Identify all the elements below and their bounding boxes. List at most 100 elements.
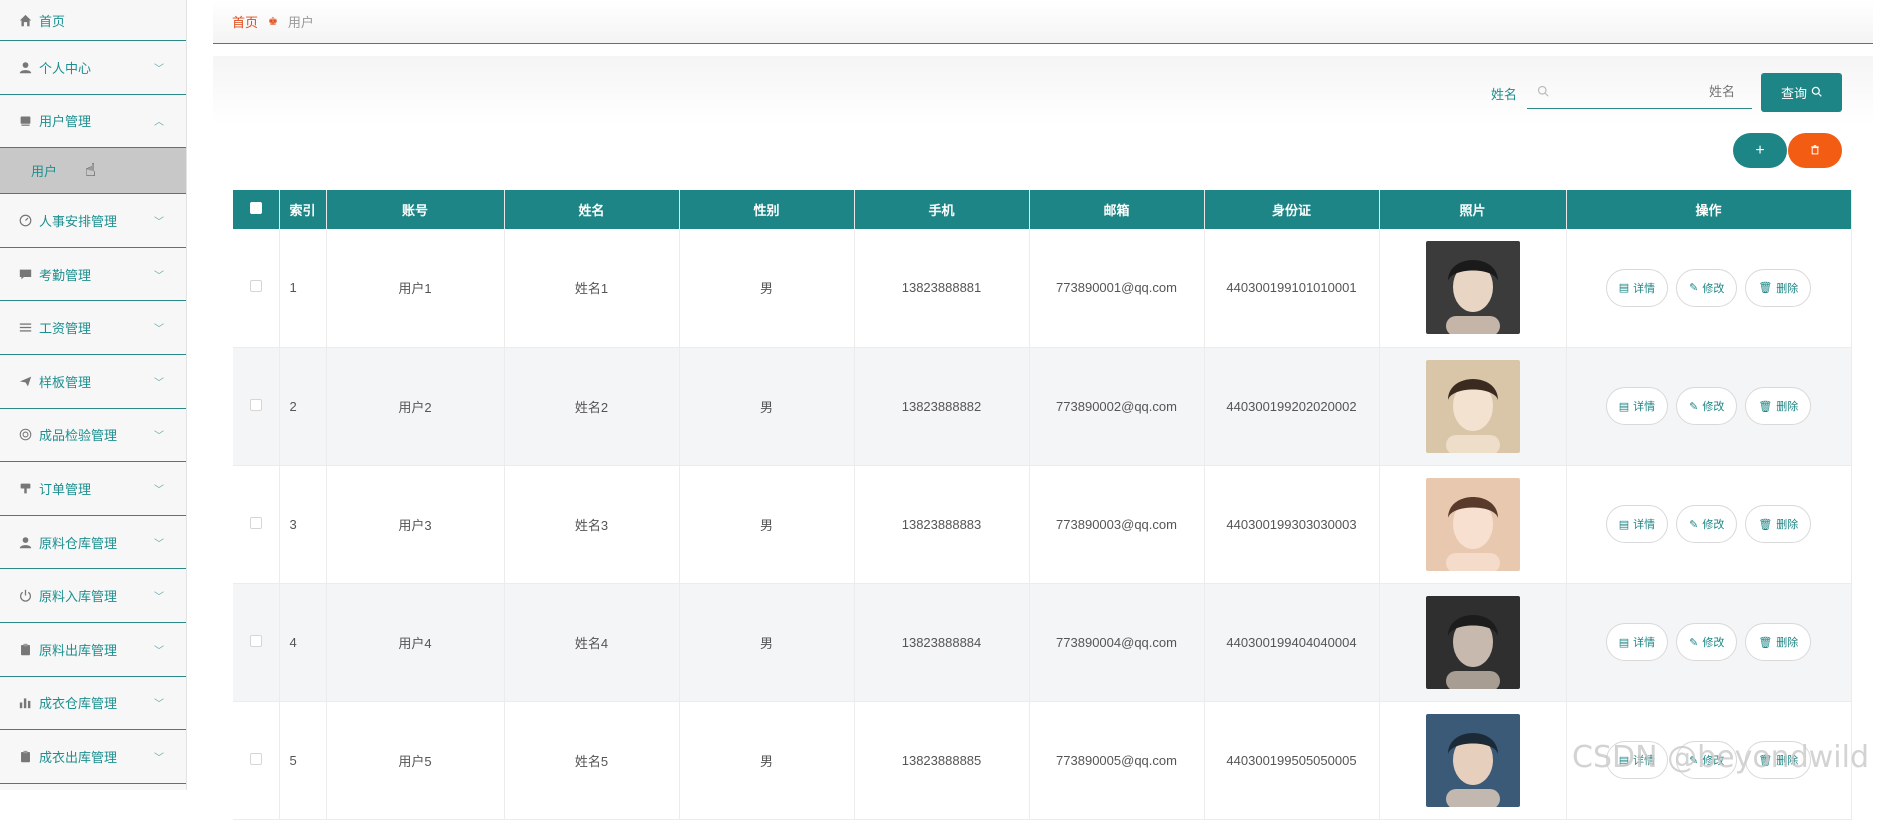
hand-cursor-icon: ☝	[85, 160, 96, 181]
col-header: 操作	[1566, 190, 1852, 229]
sidebar-item-home[interactable]: 首页	[0, 0, 186, 41]
search-field[interactable]	[1527, 74, 1752, 109]
trash-icon: 🗑	[1758, 282, 1773, 295]
edit-button[interactable]: ✎ 修改	[1676, 505, 1738, 543]
edit-button[interactable]: ✎ 修改	[1676, 623, 1738, 661]
cell-id-card: 440300199505050005	[1204, 701, 1380, 820]
detail-button[interactable]: ▤ 详情	[1605, 387, 1669, 425]
detail-button[interactable]: ▤ 详情	[1605, 505, 1669, 543]
send-icon	[18, 374, 32, 388]
search-input[interactable]	[1555, 80, 1735, 102]
sidebar-subitem-users[interactable]: 用户 ☝	[0, 148, 186, 195]
list-icon	[18, 321, 32, 335]
sidebar-item-salary[interactable]: 工资管理 ﹀	[0, 301, 186, 355]
cell-account: 用户2	[326, 347, 505, 466]
col-header: 索引	[279, 190, 327, 229]
breadcrumb: 首页 ♚ 用户	[213, 0, 1873, 44]
col-header: 身份证	[1204, 190, 1380, 229]
breadcrumb-home[interactable]: 首页	[232, 12, 258, 31]
cell-name: 姓名2	[504, 347, 680, 466]
trash-icon: 🗑	[1758, 400, 1773, 413]
pencil-icon: ✎	[1689, 636, 1699, 649]
delete-button[interactable]: 🗑 删除	[1745, 387, 1812, 425]
cell-phone: 13823888884	[854, 583, 1030, 702]
cell-index: 3	[279, 465, 327, 584]
sidebar-item-garment-warehouse[interactable]: 成衣仓库管理 ﹀	[0, 677, 186, 731]
edit-button[interactable]: ✎ 修改	[1676, 268, 1738, 307]
trash-icon: 🗑	[1758, 636, 1773, 649]
row-checkbox[interactable]	[233, 583, 280, 702]
folder-icon	[18, 114, 32, 128]
user-photo	[1425, 359, 1520, 453]
sidebar-item-raw-warehouse[interactable]: 原料仓库管理 ﹀	[0, 516, 186, 570]
cell-actions: ▤ 详情 ✎ 修改 🗑 删除	[1566, 583, 1852, 702]
cell-account: 用户4	[326, 583, 505, 702]
detail-button[interactable]: ▤ 详情	[1605, 623, 1669, 661]
chevron-down-icon: ﹀	[154, 592, 164, 604]
table-row: 2 用户2 姓名2 男 13823888882 773890002@qq.com…	[233, 347, 1852, 466]
sidebar-item-inspection[interactable]: 成品检验管理 ﹀	[0, 409, 186, 463]
row-checkbox[interactable]	[233, 465, 280, 584]
document-icon: ▤	[1618, 400, 1630, 413]
cell-name: 姓名5	[504, 701, 680, 820]
cell-index: 1	[279, 229, 327, 348]
cell-index: 4	[279, 583, 327, 702]
sidebar-item-raw-inbound[interactable]: 原料入库管理 ﹀	[0, 569, 186, 623]
chevron-down-icon: ﹀	[154, 752, 164, 764]
power-icon	[18, 589, 32, 603]
pencil-icon: ✎	[1689, 282, 1699, 295]
chevron-down-icon: ﹀	[154, 216, 164, 228]
user-photo	[1425, 595, 1520, 689]
batch-delete-button[interactable]	[1788, 133, 1842, 168]
cell-id-card: 440300199202020002	[1204, 347, 1380, 466]
cell-actions: ▤ 详情 ✎ 修改 🗑 删除	[1566, 229, 1852, 348]
sidebar-item-garment-outbound[interactable]: 成衣出库管理 ﹀	[0, 730, 186, 784]
cell-email: 773890005@qq.com	[1029, 701, 1205, 820]
home-icon	[18, 13, 32, 27]
table-header-row: 索引 账号 姓名 性别 手机 邮箱 身份证 照片 操作	[233, 190, 1852, 229]
detail-button[interactable]: ▤ 详情	[1605, 268, 1669, 307]
cell-id-card: 440300199101010001	[1204, 229, 1380, 348]
cell-gender: 男	[679, 465, 855, 584]
sidebar-item-profile[interactable]: 个人中心 ﹀	[0, 41, 186, 95]
query-button[interactable]: 查询	[1761, 73, 1842, 112]
user-photo	[1425, 713, 1520, 807]
chevron-up-icon: ︿	[154, 117, 164, 129]
cell-photo	[1379, 347, 1567, 466]
select-all-checkbox[interactable]	[233, 190, 280, 229]
sidebar-item-user-management[interactable]: 用户管理 ︿	[0, 95, 186, 149]
main-content: 首页 ♚ 用户 姓名 查询 + 索引 账号 姓名 性别	[213, 0, 1873, 820]
breadcrumb-separator-icon: ♚	[268, 16, 278, 28]
delete-button[interactable]: 🗑 删除	[1745, 623, 1812, 661]
sidebar-item-orders[interactable]: 订单管理 ﹀	[0, 462, 186, 516]
clipboard-icon	[18, 642, 32, 656]
clipboard-icon	[18, 749, 32, 763]
edit-button[interactable]: ✎ 修改	[1676, 387, 1738, 425]
sidebar-item-attendance[interactable]: 考勤管理 ﹀	[0, 248, 186, 302]
delete-button[interactable]: 🗑 删除	[1745, 505, 1812, 543]
user-table: 索引 账号 姓名 性别 手机 邮箱 身份证 照片 操作 1 用户1 姓名1 男 …	[233, 190, 1852, 820]
cell-phone: 13823888885	[854, 701, 1030, 820]
col-header: 账号	[326, 190, 505, 229]
row-checkbox[interactable]	[233, 229, 280, 348]
row-checkbox[interactable]	[233, 701, 280, 820]
search-label: 姓名	[1491, 87, 1518, 102]
sidebar-item-sample[interactable]: 样板管理 ﹀	[0, 355, 186, 409]
sidebar-item-raw-outbound[interactable]: 原料出库管理 ﹀	[0, 623, 186, 677]
user-icon	[18, 60, 32, 74]
row-checkbox[interactable]	[233, 347, 280, 466]
cell-name: 姓名4	[504, 583, 680, 702]
cell-gender: 男	[679, 701, 855, 820]
cell-index: 5	[279, 701, 327, 820]
delete-button[interactable]: 🗑 删除	[1745, 268, 1812, 307]
sidebar: 首页 个人中心 ﹀ 用户管理 ︿ 用户 ☝ 人事安排管理 ﹀ 考勤管理 ﹀ 工资…	[0, 0, 187, 790]
document-icon: ▤	[1618, 636, 1630, 649]
chevron-down-icon: ﹀	[154, 377, 164, 389]
add-button[interactable]: +	[1733, 133, 1787, 168]
sidebar-item-hr[interactable]: 人事安排管理 ﹀	[0, 194, 186, 248]
chevron-down-icon: ﹀	[154, 484, 164, 496]
target-icon	[18, 428, 32, 442]
cell-id-card: 440300199303030003	[1204, 465, 1380, 584]
document-icon: ▤	[1618, 518, 1630, 531]
cell-phone: 13823888883	[854, 465, 1030, 584]
